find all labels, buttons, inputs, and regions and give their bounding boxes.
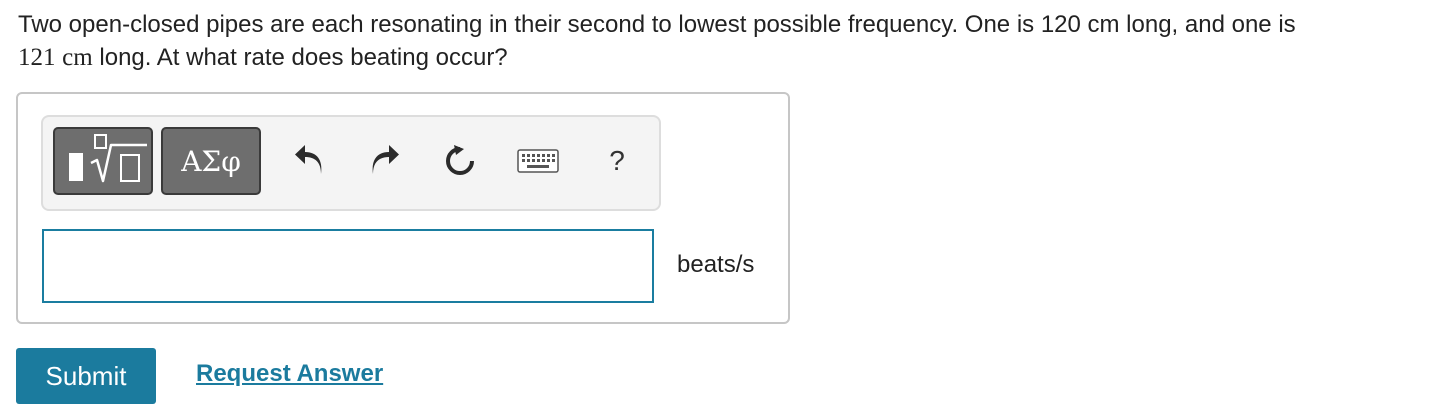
undo-button[interactable] (292, 143, 328, 179)
question-math-value: 121 (18, 44, 56, 71)
template-button[interactable] (53, 127, 153, 195)
question-part1: Two open-closed pipes are each resonatin… (18, 11, 1296, 38)
greek-symbols-button[interactable]: ΑΣφ (161, 127, 261, 195)
answer-unit: beats/s (677, 251, 755, 278)
keyboard-icon (517, 149, 559, 173)
question-math-unit: cm (62, 44, 93, 71)
template-icon (69, 134, 147, 183)
greek-symbols-icon: ΑΣφ (181, 144, 241, 178)
question-part2: long. At what rate does beating occur? (92, 44, 508, 71)
submit-button[interactable]: Submit (16, 348, 156, 404)
redo-icon (372, 145, 399, 174)
undo-icon (295, 145, 322, 174)
request-answer-link[interactable]: Request Answer (196, 360, 383, 388)
reset-button[interactable] (442, 143, 478, 179)
help-button[interactable]: ? (599, 143, 635, 179)
answer-input[interactable] (42, 229, 654, 303)
help-icon: ? (609, 145, 625, 176)
math-toolbar: ΑΣφ ? (41, 115, 661, 211)
redo-button[interactable] (366, 143, 402, 179)
keyboard-button[interactable] (515, 143, 561, 179)
reset-icon (446, 145, 474, 175)
answer-box: ΑΣφ ? beats/s (16, 92, 790, 324)
question-text: Two open-closed pipes are each resonatin… (18, 8, 1418, 74)
